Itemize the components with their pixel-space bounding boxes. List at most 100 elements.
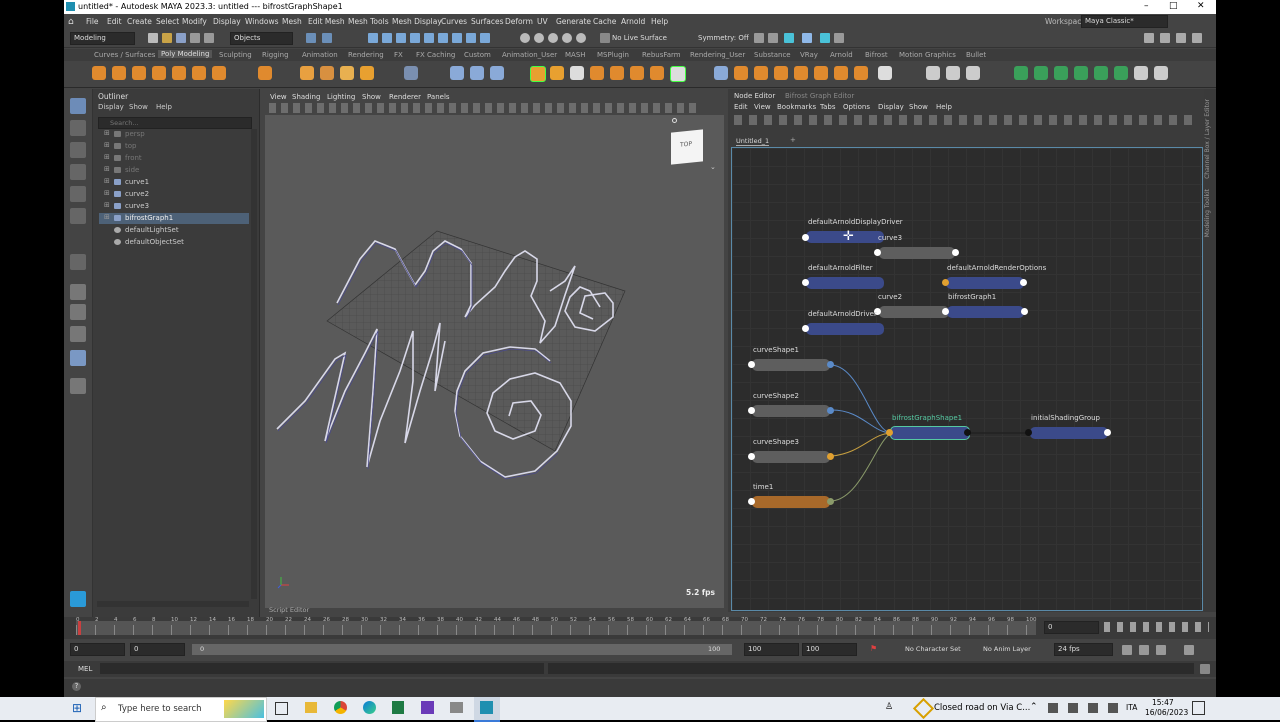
port-out[interactable] [827, 407, 834, 414]
select-by-hierarchy-icon[interactable] [306, 33, 316, 43]
node-menu-edit[interactable]: Edit [734, 103, 748, 111]
viewport-icon-bar[interactable] [269, 103, 699, 113]
expand-icon[interactable]: ⊞ [104, 129, 110, 137]
rotate-tool-icon[interactable] [70, 186, 86, 202]
anim-layer-dropdown[interactable]: No Anim Layer [983, 645, 1031, 653]
remesh-icon[interactable] [550, 66, 564, 80]
viewcube-home-icon[interactable] [672, 118, 677, 123]
node-menu-display[interactable]: Display [878, 103, 904, 111]
node-curve3[interactable] [879, 247, 955, 259]
outliner-menu-display[interactable]: Display [98, 103, 124, 111]
outliner-item[interactable]: top ⊞ [99, 141, 249, 152]
outliner-search-field[interactable]: Search... [98, 117, 252, 129]
poly-cube-icon[interactable] [112, 66, 126, 80]
open-scene-icon[interactable] [162, 33, 172, 43]
outliner-item[interactable]: curve2 ⊞ [99, 189, 249, 200]
time-slider[interactable]: 0 2 4 6 8 10 12 14 16 18 20 22 24 26 28 30 32 34 36 38 40 42 4… [64, 617, 1216, 639]
delete-edge-icon[interactable] [1054, 66, 1068, 80]
slide-edge-icon[interactable] [1114, 66, 1128, 80]
platonic-solid-icon[interactable] [258, 66, 272, 80]
menu-deform[interactable]: Deform [505, 17, 533, 26]
hypershade-icon[interactable] [834, 33, 844, 43]
menu-cache[interactable]: Cache [593, 17, 616, 26]
pick-mask-icon-2[interactable] [382, 33, 392, 43]
circularize-icon[interactable] [854, 66, 868, 80]
expand-icon[interactable]: ⊞ [104, 141, 110, 149]
port-out[interactable] [1020, 279, 1027, 286]
pick-mask-icon-5[interactable] [424, 33, 434, 43]
new-scene-icon[interactable] [148, 33, 158, 43]
render-settings-icon[interactable] [802, 33, 812, 43]
menu-mesh[interactable]: Mesh [282, 17, 302, 26]
menu-generate[interactable]: Generate [556, 17, 591, 26]
combine-icon[interactable] [470, 66, 484, 80]
app-icon[interactable] [450, 702, 463, 713]
shelf-tab-fx-caching[interactable]: FX Caching [416, 51, 455, 59]
render-frame-icon[interactable] [754, 33, 764, 43]
outliner-layout-icon[interactable] [70, 350, 86, 366]
shelf-tab-arnold[interactable]: Arnold [830, 51, 853, 59]
node-curve-shape3[interactable] [752, 451, 830, 463]
workspace-dropdown[interactable]: Maya Classic* [1081, 15, 1168, 28]
node-curve-shape1[interactable] [752, 359, 830, 371]
menu-windows[interactable]: Windows [245, 17, 278, 26]
bevel-edge-icon[interactable] [794, 66, 808, 80]
animation-start-field[interactable]: 0 [70, 643, 125, 656]
reduce-icon[interactable] [630, 66, 644, 80]
viewport-menu-shading[interactable]: Shading [292, 93, 320, 101]
port-out[interactable] [827, 453, 834, 460]
shelf-tab-motion-graphics[interactable]: Motion Graphics [899, 51, 956, 59]
symmetry-dropdown[interactable]: Symmetry: Off [698, 34, 749, 42]
port-out[interactable] [802, 325, 809, 332]
extract-icon[interactable] [590, 66, 604, 80]
pick-mask-icon-3[interactable] [396, 33, 406, 43]
onedrive-icon[interactable] [1048, 703, 1058, 713]
menu-mesh-display[interactable]: Mesh Display [392, 17, 442, 26]
language-indicator[interactable]: ITA [1126, 703, 1137, 712]
node-curve-shape2[interactable] [752, 405, 830, 417]
outliner-item[interactable]: front ⊞ [99, 153, 249, 164]
menu-create[interactable]: Create [127, 17, 152, 26]
port-out[interactable] [952, 249, 959, 256]
node-bifrost-graph1[interactable] [947, 306, 1024, 318]
node-menu-view[interactable]: View [754, 103, 771, 111]
shelf-tab-curves-surfaces[interactable]: Curves / Surfaces [94, 51, 155, 59]
fill-hole-icon[interactable] [610, 66, 624, 80]
superellipse-icon[interactable] [300, 66, 314, 80]
retopologize-icon[interactable] [670, 66, 686, 82]
pick-mask-icon[interactable] [368, 33, 378, 43]
viewport-menu-renderer[interactable]: Renderer [389, 93, 421, 101]
menu-modify[interactable]: Modify [182, 17, 207, 26]
arnold-render-view-icon[interactable] [820, 33, 830, 43]
taskbar-notification[interactable]: Closed road on Via C... [934, 703, 1030, 713]
move-tool-icon[interactable] [70, 164, 86, 180]
port-out[interactable] [827, 361, 834, 368]
viewcube[interactable]: TOP [671, 129, 703, 165]
taskbar-search-box[interactable]: ⌕ Type here to search [95, 697, 267, 722]
shelf-tab-rendering-user[interactable]: Rendering_User [690, 51, 745, 59]
command-input[interactable] [100, 663, 544, 674]
node-editor-toolbar[interactable] [734, 115, 1194, 125]
bridge-icon[interactable] [754, 66, 768, 80]
shelf-tab-fx[interactable]: FX [394, 51, 403, 59]
snap-curve-icon[interactable] [534, 33, 544, 43]
port-out[interactable] [827, 498, 834, 505]
shelf-tab-poly-modeling[interactable]: Poly Modeling [158, 50, 213, 58]
outliner-hscrollbar[interactable] [97, 601, 249, 607]
maximize-button[interactable]: □ [1169, 1, 1178, 11]
uv-editor-icon[interactable] [404, 66, 418, 80]
task-view-icon[interactable] [275, 702, 288, 715]
node-curve2[interactable] [879, 306, 949, 318]
lasso-tool-icon[interactable] [70, 120, 86, 136]
character-set-dropdown[interactable]: No Character Set [905, 645, 961, 653]
shelf-tab-rendering[interactable]: Rendering [348, 51, 384, 59]
sweep-mesh-icon[interactable] [320, 66, 334, 80]
maya-m-icon[interactable] [70, 591, 86, 607]
snap-view-icon[interactable] [562, 33, 572, 43]
outliner-item[interactable]: curve1 ⊞ [99, 177, 249, 188]
node-arnold-filter[interactable] [806, 277, 884, 289]
windows-start-icon[interactable]: ⊞ [72, 701, 82, 715]
pick-mask-icon-7[interactable] [452, 33, 462, 43]
port-in[interactable] [942, 279, 949, 286]
snap-point-icon[interactable] [548, 33, 558, 43]
